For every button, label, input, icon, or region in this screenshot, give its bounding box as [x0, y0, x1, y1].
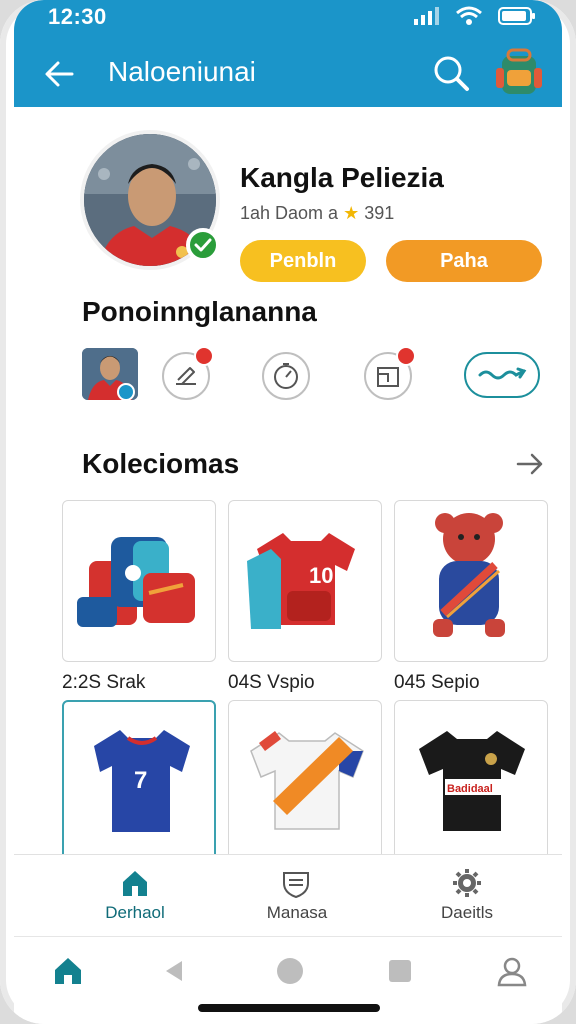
bottom-tab-bar: Derhaol Manasa Daeitls — [14, 854, 562, 936]
primary-action-button[interactable]: Penbln — [240, 240, 366, 282]
collection-card-bags[interactable] — [62, 500, 216, 662]
shortcut-timer[interactable] — [262, 352, 310, 400]
profile-meta: 1ah Daom a ★ 391 — [240, 203, 394, 224]
nav-profile-icon[interactable] — [494, 953, 530, 989]
shortcut-profile-thumbnail[interactable] — [82, 348, 138, 400]
shortcuts-section-title: Ponoinnglananna — [82, 296, 317, 327]
title-row: Naloeniunai — [14, 48, 562, 98]
collection-label-3: 045 Sepio — [394, 672, 480, 693]
shortcut-tag[interactable] — [464, 352, 540, 398]
collection-card-black-jersey[interactable]: Badidaal — [394, 700, 548, 862]
star-icon: ★ — [343, 203, 360, 223]
profile-avatar[interactable] — [80, 130, 220, 270]
shortcut-box[interactable] — [364, 346, 416, 400]
wifi-icon — [456, 6, 482, 31]
shortcut-edit[interactable] — [162, 346, 214, 400]
bear-icon — [433, 513, 505, 637]
box-icon — [377, 367, 399, 387]
gear-icon — [453, 869, 481, 897]
profile-meta-text: 1ah Daom a — [240, 203, 339, 223]
nav-back-icon[interactable] — [156, 953, 192, 989]
edit-icon — [176, 367, 196, 385]
collection-card-white-jersey[interactable] — [228, 700, 382, 862]
status-icons — [414, 6, 536, 31]
status-time: 12:30 — [48, 4, 107, 29]
bags-icon — [77, 537, 195, 627]
profile-rating: 391 — [364, 203, 395, 223]
backpack-icon[interactable] — [492, 44, 546, 98]
jersey-red-icon: 10 — [247, 533, 355, 629]
tab-label: Daeitls — [441, 903, 493, 922]
jersey-number: 10 — [309, 563, 333, 588]
collection-label-2: 04S Vspio — [228, 672, 315, 693]
shield-icon — [283, 872, 309, 899]
verified-badge-icon — [186, 228, 220, 262]
page-title: Naloeniunai — [108, 56, 256, 87]
nav-home-circle-icon[interactable] — [272, 953, 308, 989]
notification-dot — [396, 346, 416, 366]
collection-label-1: 2:2S Srak — [62, 672, 146, 693]
jersey-blue-icon: 7 — [94, 730, 190, 832]
profile-name: Kangla Peliezia — [240, 162, 444, 193]
nav-recents-icon[interactable] — [382, 953, 418, 989]
jersey-sponsor-text: Badidaal — [447, 783, 493, 795]
collections-section-title: Koleciomas — [82, 448, 240, 479]
tab-label: Manasa — [266, 903, 328, 922]
home-indicator[interactable] — [198, 1004, 380, 1012]
jersey-black-icon: Badidaal — [419, 731, 525, 831]
collection-card-bear[interactable] — [394, 500, 548, 662]
nav-home-icon[interactable] — [50, 953, 86, 989]
battery-icon — [498, 6, 536, 31]
search-icon[interactable] — [430, 52, 472, 94]
tag-icon — [478, 367, 527, 380]
tab-dashboard[interactable]: Derhaol — [60, 855, 210, 937]
collection-card-blue-jersey[interactable]: 7 — [62, 700, 216, 862]
jersey-white-icon — [250, 731, 364, 830]
collection-card-red-jersey[interactable]: 10 — [228, 500, 382, 662]
app-header: 12:30 Naloeniunai — [14, 0, 562, 107]
jersey-number: 7 — [134, 767, 147, 794]
tab-manage[interactable]: Manasa — [222, 855, 372, 937]
tab-details[interactable]: Daeitls — [392, 855, 542, 937]
phone-screen: 12:30 Naloeniunai Kangla Peliezia 1ah Da… — [0, 0, 576, 1024]
timer-icon — [274, 363, 298, 389]
tab-label: Derhaol — [105, 903, 165, 922]
notification-dot — [194, 346, 214, 366]
home-icon — [123, 871, 147, 896]
see-all-arrow-icon[interactable] — [514, 448, 546, 480]
secondary-action-button[interactable]: Paha — [386, 240, 542, 282]
back-arrow-icon[interactable] — [40, 54, 80, 94]
signal-icon — [414, 7, 440, 30]
